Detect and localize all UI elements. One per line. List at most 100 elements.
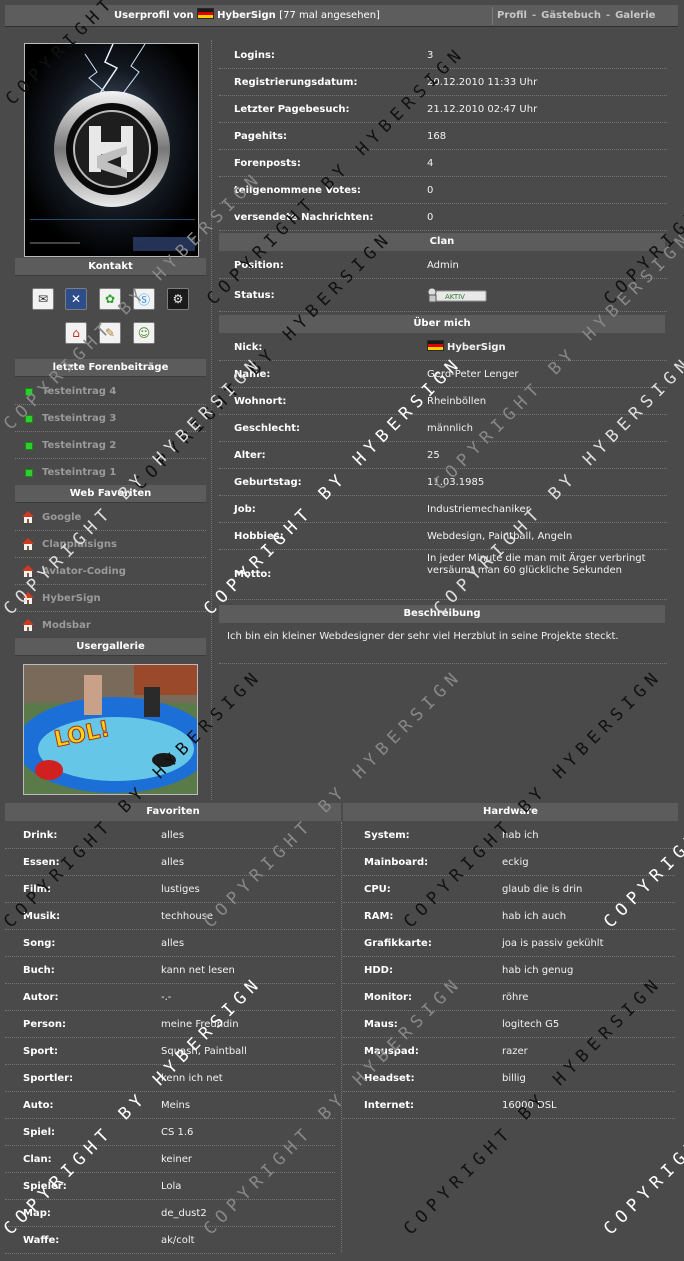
status-badge-text: AKTIV xyxy=(445,293,465,301)
row-value: Squash, Paintball xyxy=(161,1046,247,1057)
row-label: Mauspad: xyxy=(364,1046,419,1057)
list-item[interactable]: Aviator-Coding xyxy=(15,558,206,585)
row-label: Internet: xyxy=(364,1100,415,1111)
homepage-icon[interactable]: ⌂ xyxy=(65,322,87,344)
row-label: System: xyxy=(364,830,410,841)
list-item[interactable]: Testeintrag 1 xyxy=(15,459,206,486)
post-title[interactable]: Testeintrag 3 xyxy=(42,413,116,424)
about-label: Name: xyxy=(234,369,271,380)
hardware-header: Hardware xyxy=(343,803,678,821)
about-value: männlich xyxy=(427,423,473,434)
list-item[interactable]: Clanplaisigns xyxy=(15,531,206,558)
header-divider xyxy=(492,7,493,25)
nick-row: Nick: HyberSign xyxy=(219,334,667,361)
about-section-header: Über mich xyxy=(219,315,665,333)
clan-section-header: Clan xyxy=(219,233,665,251)
row-label: Spiel: xyxy=(23,1127,55,1138)
row-label: Spieler: xyxy=(23,1181,67,1192)
table-row: Clan: keiner xyxy=(5,1146,335,1173)
row-label: Clan: xyxy=(23,1154,52,1165)
table-row: Autor: -.- xyxy=(5,984,335,1011)
about-row: Name: Gerd-Peter Lenger xyxy=(219,361,667,388)
list-item[interactable]: HyberSign xyxy=(15,585,206,612)
about-row: Geschlecht: männlich xyxy=(219,415,667,442)
icq-icon[interactable]: ✿ xyxy=(99,288,121,310)
motto-value: In jeder Minute die man mit Ärger verbri… xyxy=(427,553,646,576)
table-row: Sport: Squash, Paintball xyxy=(5,1038,335,1065)
contact-section-header: Kontakt xyxy=(15,258,206,276)
row-value: alles xyxy=(161,938,185,949)
row-label: Waffe: xyxy=(23,1235,60,1246)
steam-icon[interactable]: ⚙ xyxy=(167,288,189,310)
list-item[interactable]: Testeintrag 4 xyxy=(15,378,206,405)
table-row: Buch: kann net lesen xyxy=(5,957,335,984)
row-value: hab ich auch xyxy=(502,911,567,922)
clan-status-row: Status: AKTIV xyxy=(219,279,667,312)
post-title[interactable]: Testeintrag 1 xyxy=(42,467,116,478)
recent-posts-header: letzte Forenbeiträge xyxy=(15,359,206,377)
list-item[interactable]: Modsbar xyxy=(15,612,206,639)
row-label: RAM: xyxy=(364,911,394,922)
stat-label: Pagehits: xyxy=(234,131,288,142)
row-label: Monitor: xyxy=(364,992,412,1003)
row-label: Sportler: xyxy=(23,1073,74,1084)
status-badge-icon: AKTIV xyxy=(427,287,487,303)
list-item[interactable]: Testeintrag 2 xyxy=(15,432,206,459)
favorite-link[interactable]: HyberSign xyxy=(42,593,101,604)
gallery-thumbnail[interactable]: LOL! xyxy=(23,664,198,795)
about-label: Hobbies: xyxy=(234,531,284,542)
table-row: Map: de_dust2 xyxy=(5,1200,335,1227)
nav-guestbook-link[interactable]: Gästebuch xyxy=(541,10,601,21)
about-value: 25 xyxy=(427,450,440,461)
row-label: Song: xyxy=(23,938,56,949)
table-row: Mainboard: eckig xyxy=(343,849,675,876)
about-label: Wohnort: xyxy=(234,396,287,407)
favorite-link[interactable]: Modsbar xyxy=(42,620,91,631)
mail-icon[interactable]: ✉ xyxy=(32,288,54,310)
row-label: Musik: xyxy=(23,911,61,922)
about-label: Geschlecht: xyxy=(234,423,301,434)
row-label: Autor: xyxy=(23,992,59,1003)
stat-value: 0 xyxy=(427,185,434,196)
table-row: Monitor: röhre xyxy=(343,984,675,1011)
list-item[interactable]: Testeintrag 3 xyxy=(15,405,206,432)
row-label: Maus: xyxy=(364,1019,398,1030)
stat-row: Letzter Pagebesuch: 21.12.2010 02:47 Uhr xyxy=(219,96,667,123)
house-icon xyxy=(22,538,34,550)
stat-label: versendete Nachrichten: xyxy=(234,212,374,223)
nav-profil-link[interactable]: Profil xyxy=(497,10,527,21)
row-value: logitech G5 xyxy=(502,1019,560,1030)
profile-username[interactable]: HyberSign xyxy=(217,10,276,21)
about-label: Job: xyxy=(234,504,256,515)
profile-nav: Profil - Gästebuch - Galerie xyxy=(497,5,655,27)
table-row: Spiel: CS 1.6 xyxy=(5,1119,335,1146)
row-value: glaub die is drin xyxy=(502,884,583,895)
favorite-link[interactable]: Clanplaisigns xyxy=(42,539,117,550)
clan-position-row: Position: Admin xyxy=(219,252,667,279)
row-value: Lola xyxy=(161,1181,182,1192)
favorite-link[interactable]: Google xyxy=(42,512,81,523)
stat-row: Registrierungsdatum: 20.12.2010 11:33 Uhr xyxy=(219,69,667,96)
about-row: Alter: 25 xyxy=(219,442,667,469)
post-title[interactable]: Testeintrag 2 xyxy=(42,440,116,451)
row-value: 16000 DSL xyxy=(502,1100,557,1111)
about-row: Geburtstag: 11.03.1985 xyxy=(219,469,667,496)
table-row: System: hab ich xyxy=(343,822,675,849)
row-value: lustiges xyxy=(161,884,200,895)
favorite-link[interactable]: Aviator-Coding xyxy=(42,566,126,577)
guestbook-icon[interactable]: ✎ xyxy=(99,322,121,344)
list-item[interactable]: Google xyxy=(15,504,206,531)
add-buddy-icon[interactable]: ☺ xyxy=(133,322,155,344)
stat-value: 20.12.2010 11:33 Uhr xyxy=(427,77,538,88)
row-label: Person: xyxy=(23,1019,66,1030)
post-title[interactable]: Testeintrag 4 xyxy=(42,386,116,397)
nav-gallery-link[interactable]: Galerie xyxy=(615,10,655,21)
xfire-icon[interactable]: ✕ xyxy=(65,288,87,310)
nav-separator: - xyxy=(531,10,537,21)
column-divider xyxy=(211,40,212,800)
title-prefix: Userprofil von xyxy=(114,10,194,21)
row-label: Buch: xyxy=(23,965,55,976)
row-value: ak/colt xyxy=(161,1235,195,1246)
table-row: Drink: alles xyxy=(5,822,335,849)
skype-icon[interactable]: Ⓢ xyxy=(133,288,155,310)
